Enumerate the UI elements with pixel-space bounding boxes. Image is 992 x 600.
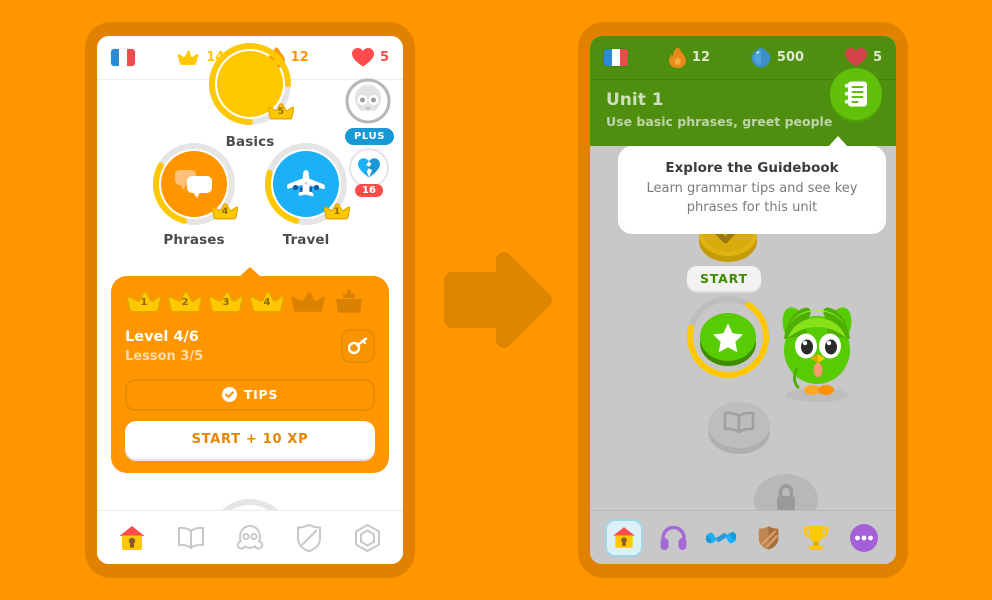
crown-badge-phrases: 4 [212, 202, 238, 222]
guidebook-button[interactable] [830, 68, 882, 120]
unit-subtitle: Use basic phrases, greet people [606, 114, 833, 129]
nav-item-leagues[interactable] [292, 521, 326, 555]
ellipsis-icon [850, 523, 879, 552]
owl-face-icon [235, 524, 265, 552]
headphones-icon [660, 525, 687, 551]
hearts-count-right: 5 [872, 50, 882, 65]
shield-icon [757, 525, 780, 551]
dumbbell-icon [706, 526, 737, 550]
start-lesson-button[interactable]: START + 10 XP [125, 420, 375, 459]
crown-level-6-locked [332, 290, 366, 316]
gems-count: 500 [776, 50, 805, 65]
nav-item-learn[interactable] [115, 521, 149, 555]
streak-stat-right[interactable]: 12 [668, 47, 710, 68]
language-flag-button-right[interactable] [604, 49, 628, 66]
right-arrow-icon [436, 248, 556, 353]
path-node-active[interactable] [685, 296, 771, 378]
lesson-popover: 1 2 3 4 Level 4/6 Lesson 3/5 TIPS START … [111, 267, 389, 473]
left-bottom-nav [97, 510, 403, 564]
right-screen: 12 500 5 Unit 1 Use basic phrases, greet… [590, 36, 896, 564]
heart-icon [844, 48, 867, 67]
crown-badge-travel: 1 [324, 202, 350, 222]
gem-icon [354, 523, 381, 552]
crown-levels-row: 1 2 3 4 [125, 290, 375, 316]
flame-icon [668, 47, 686, 68]
skill-travel[interactable]: 1 Travel [264, 142, 350, 248]
gem-icon [751, 47, 771, 68]
nav-item-learn-right[interactable] [604, 518, 643, 557]
hearts-stat-right[interactable]: 5 [844, 48, 882, 67]
crown-badge-travel-count: 1 [333, 207, 341, 217]
crown-level-3: 3 [209, 290, 243, 316]
french-flag-icon [604, 49, 628, 66]
duo-owl-mascot [770, 294, 865, 404]
crown-level-1: 1 [127, 290, 161, 316]
nav-item-quests[interactable] [799, 521, 833, 555]
tooltip-body: Learn grammar tips and see key phrases f… [646, 181, 858, 215]
shield-icon [296, 523, 322, 552]
book-icon [176, 525, 206, 551]
start-pill-button[interactable]: START [687, 266, 761, 291]
left-screen: 14 12 5 5 Basics PLUS 16 4 Phrases 1 Tra… [97, 36, 403, 564]
skill-phrases-label: Phrases [163, 232, 225, 248]
check-circle-icon [221, 387, 237, 403]
home-icon [117, 524, 147, 552]
path-node-book[interactable] [705, 396, 773, 456]
crown-level-4: 4 [250, 290, 284, 316]
nav-item-sounds[interactable] [656, 521, 690, 555]
guidebook-icon [843, 80, 869, 108]
crown-level-2: 2 [168, 290, 202, 316]
crown-level-5-locked [291, 290, 325, 316]
start-pill-label: START [700, 271, 748, 286]
key-icon [348, 337, 368, 355]
nav-item-profile[interactable] [233, 521, 267, 555]
plus-mascot-icon [345, 78, 393, 124]
right-learning-path: Unit 1 Use basic phrases, greet people S… [590, 68, 896, 564]
plus-promo-button[interactable]: PLUS [345, 78, 395, 145]
unit-header: Unit 1 Use basic phrases, greet people [590, 68, 896, 146]
transition-arrow [436, 248, 556, 353]
skill-row: 4 Phrases 1 Travel [97, 142, 403, 248]
crown-badge-basics-count: 5 [277, 107, 285, 117]
phone-right-new-design: 12 500 5 Unit 1 Use basic phrases, greet… [578, 22, 908, 578]
tips-button[interactable]: TIPS [125, 378, 375, 411]
nav-item-leagues-right[interactable] [752, 521, 786, 555]
nav-item-practice[interactable] [704, 521, 738, 555]
crown-badge-phrases-count: 4 [221, 207, 229, 217]
tips-button-label: TIPS [243, 387, 279, 403]
lesson-label: Lesson 3/5 [125, 349, 204, 365]
home-icon [611, 525, 637, 550]
trophy-icon [802, 525, 830, 551]
skill-travel-label: Travel [282, 232, 330, 248]
streak-count-right: 12 [691, 50, 710, 65]
start-lesson-label: START + 10 XP [191, 432, 309, 448]
nav-item-shop[interactable] [351, 521, 385, 555]
crown-badge-basics: 5 [268, 102, 294, 122]
nav-item-stories[interactable] [174, 521, 208, 555]
level-label: Level 4/6 [125, 329, 199, 345]
left-skill-tree: 5 Basics PLUS 16 4 Phrases 1 Travel 1 2 … [97, 43, 403, 564]
key-button[interactable] [341, 329, 375, 363]
nav-item-more[interactable] [847, 521, 881, 555]
gems-stat[interactable]: 500 [751, 47, 804, 68]
guidebook-tooltip: Explore the Guidebook Learn grammar tips… [618, 136, 886, 234]
level-info: Level 4/6 Lesson 3/5 [125, 327, 375, 367]
phone-left-old-design: 14 12 5 5 Basics PLUS 16 4 Phrases 1 Tra… [85, 22, 415, 578]
tooltip-title: Explore the Guidebook [665, 160, 839, 176]
skill-phrases[interactable]: 4 Phrases [152, 142, 238, 248]
right-bottom-nav [590, 510, 896, 564]
comparison-stage: 14 12 5 5 Basics PLUS 16 4 Phrases 1 Tra… [0, 0, 992, 600]
